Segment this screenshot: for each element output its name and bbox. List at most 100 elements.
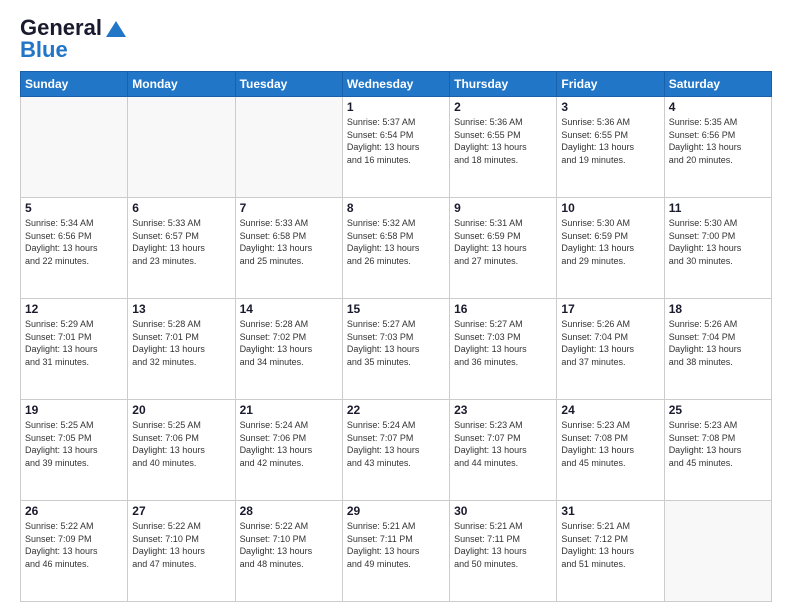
day-number: 10 xyxy=(561,201,659,215)
header: General Blue xyxy=(20,15,772,63)
calendar-cell xyxy=(664,501,771,602)
calendar-cell: 11 Sunrise: 5:30 AM Sunset: 7:00 PM Dayli… xyxy=(664,198,771,299)
calendar-cell xyxy=(21,97,128,198)
calendar-header-thursday: Thursday xyxy=(450,72,557,97)
calendar-cell: 22 Sunrise: 5:24 AM Sunset: 7:07 PM Dayli… xyxy=(342,400,449,501)
calendar-cell: 5Sunrise: 5:34 AM Sunset: 6:56 PM Daylig… xyxy=(21,198,128,299)
calendar-header-monday: Monday xyxy=(128,72,235,97)
day-info: Sunrise: 5:34 AM Sunset: 6:56 PM Dayligh… xyxy=(25,217,123,267)
day-number: 13 xyxy=(132,302,230,316)
calendar-cell: 18 Sunrise: 5:26 AM Sunset: 7:04 PM Dayli… xyxy=(664,299,771,400)
calendar-cell: 6Sunrise: 5:33 AM Sunset: 6:57 PM Daylig… xyxy=(128,198,235,299)
day-number: 24 xyxy=(561,403,659,417)
day-info: Sunrise: 5:24 AM Sunset: 7:07 PM Dayligh… xyxy=(347,419,445,469)
day-info: Sunrise: 5:24 AM Sunset: 7:06 PM Dayligh… xyxy=(240,419,338,469)
day-number: 26 xyxy=(25,504,123,518)
day-number: 16 xyxy=(454,302,552,316)
day-info: Sunrise: 5:29 AM Sunset: 7:01 PM Dayligh… xyxy=(25,318,123,368)
day-info: Sunrise: 5:23 AM Sunset: 7:07 PM Dayligh… xyxy=(454,419,552,469)
calendar-cell: 27 Sunrise: 5:22 AM Sunset: 7:10 PM Dayli… xyxy=(128,501,235,602)
logo-icon xyxy=(106,21,126,37)
calendar-cell: 2 Sunrise: 5:36 AM Sunset: 6:55 PM Daylig… xyxy=(450,97,557,198)
calendar-cell: 7 Sunrise: 5:33 AM Sunset: 6:58 PM Daylig… xyxy=(235,198,342,299)
day-info: Sunrise: 5:35 AM Sunset: 6:56 PM Dayligh… xyxy=(669,116,767,166)
day-info: Sunrise: 5:22 AM Sunset: 7:10 PM Dayligh… xyxy=(240,520,338,570)
day-info: Sunrise: 5:36 AM Sunset: 6:55 PM Dayligh… xyxy=(454,116,552,166)
day-info: Sunrise: 5:33 AM Sunset: 6:57 PM Dayligh… xyxy=(132,217,230,267)
day-info: Sunrise: 5:32 AM Sunset: 6:58 PM Dayligh… xyxy=(347,217,445,267)
logo: General Blue xyxy=(20,15,126,63)
day-info: Sunrise: 5:23 AM Sunset: 7:08 PM Dayligh… xyxy=(561,419,659,469)
day-info: Sunrise: 5:28 AM Sunset: 7:02 PM Dayligh… xyxy=(240,318,338,368)
calendar-week-2: 5Sunrise: 5:34 AM Sunset: 6:56 PM Daylig… xyxy=(21,198,772,299)
day-number: 19 xyxy=(25,403,123,417)
day-info: Sunrise: 5:30 AM Sunset: 7:00 PM Dayligh… xyxy=(669,217,767,267)
day-info: Sunrise: 5:26 AM Sunset: 7:04 PM Dayligh… xyxy=(561,318,659,368)
calendar-cell: 21 Sunrise: 5:24 AM Sunset: 7:06 PM Dayli… xyxy=(235,400,342,501)
calendar-cell xyxy=(128,97,235,198)
day-info: Sunrise: 5:33 AM Sunset: 6:58 PM Dayligh… xyxy=(240,217,338,267)
calendar-cell: 8Sunrise: 5:32 AM Sunset: 6:58 PM Daylig… xyxy=(342,198,449,299)
day-info: Sunrise: 5:37 AM Sunset: 6:54 PM Dayligh… xyxy=(347,116,445,166)
calendar-cell: 17 Sunrise: 5:26 AM Sunset: 7:04 PM Dayli… xyxy=(557,299,664,400)
day-info: Sunrise: 5:22 AM Sunset: 7:09 PM Dayligh… xyxy=(25,520,123,570)
day-number: 17 xyxy=(561,302,659,316)
calendar-cell: 14 Sunrise: 5:28 AM Sunset: 7:02 PM Dayli… xyxy=(235,299,342,400)
day-number: 18 xyxy=(669,302,767,316)
page: General Blue SundayMondayTuesdayWednesda… xyxy=(0,0,792,612)
logo-blue: Blue xyxy=(20,37,68,63)
calendar-cell: 16 Sunrise: 5:27 AM Sunset: 7:03 PM Dayli… xyxy=(450,299,557,400)
calendar-week-4: 19 Sunrise: 5:25 AM Sunset: 7:05 PM Dayli… xyxy=(21,400,772,501)
day-info: Sunrise: 5:36 AM Sunset: 6:55 PM Dayligh… xyxy=(561,116,659,166)
calendar-cell xyxy=(235,97,342,198)
day-number: 23 xyxy=(454,403,552,417)
calendar-cell: 23 Sunrise: 5:23 AM Sunset: 7:07 PM Dayli… xyxy=(450,400,557,501)
day-info: Sunrise: 5:22 AM Sunset: 7:10 PM Dayligh… xyxy=(132,520,230,570)
calendar-cell: 29 Sunrise: 5:21 AM Sunset: 7:11 PM Dayli… xyxy=(342,501,449,602)
day-number: 30 xyxy=(454,504,552,518)
day-number: 2 xyxy=(454,100,552,114)
day-info: Sunrise: 5:21 AM Sunset: 7:11 PM Dayligh… xyxy=(454,520,552,570)
day-info: Sunrise: 5:21 AM Sunset: 7:12 PM Dayligh… xyxy=(561,520,659,570)
calendar-week-3: 12 Sunrise: 5:29 AM Sunset: 7:01 PM Dayli… xyxy=(21,299,772,400)
day-number: 31 xyxy=(561,504,659,518)
calendar-cell: 3Sunrise: 5:36 AM Sunset: 6:55 PM Daylig… xyxy=(557,97,664,198)
day-number: 29 xyxy=(347,504,445,518)
day-info: Sunrise: 5:27 AM Sunset: 7:03 PM Dayligh… xyxy=(454,318,552,368)
day-info: Sunrise: 5:30 AM Sunset: 6:59 PM Dayligh… xyxy=(561,217,659,267)
calendar-header-sunday: Sunday xyxy=(21,72,128,97)
day-number: 21 xyxy=(240,403,338,417)
day-number: 22 xyxy=(347,403,445,417)
day-info: Sunrise: 5:25 AM Sunset: 7:05 PM Dayligh… xyxy=(25,419,123,469)
day-number: 12 xyxy=(25,302,123,316)
calendar-cell: 25Sunrise: 5:23 AM Sunset: 7:08 PM Dayli… xyxy=(664,400,771,501)
day-number: 4 xyxy=(669,100,767,114)
calendar-week-5: 26 Sunrise: 5:22 AM Sunset: 7:09 PM Dayli… xyxy=(21,501,772,602)
day-number: 9 xyxy=(454,201,552,215)
calendar-cell: 13 Sunrise: 5:28 AM Sunset: 7:01 PM Dayli… xyxy=(128,299,235,400)
day-number: 27 xyxy=(132,504,230,518)
day-info: Sunrise: 5:28 AM Sunset: 7:01 PM Dayligh… xyxy=(132,318,230,368)
calendar-table: SundayMondayTuesdayWednesdayThursdayFrid… xyxy=(20,71,772,602)
day-info: Sunrise: 5:26 AM Sunset: 7:04 PM Dayligh… xyxy=(669,318,767,368)
day-number: 14 xyxy=(240,302,338,316)
calendar-header-row: SundayMondayTuesdayWednesdayThursdayFrid… xyxy=(21,72,772,97)
calendar-header-wednesday: Wednesday xyxy=(342,72,449,97)
day-number: 7 xyxy=(240,201,338,215)
calendar-cell: 28Sunrise: 5:22 AM Sunset: 7:10 PM Dayli… xyxy=(235,501,342,602)
calendar-week-1: 1 Sunrise: 5:37 AM Sunset: 6:54 PM Daylig… xyxy=(21,97,772,198)
day-number: 20 xyxy=(132,403,230,417)
calendar-cell: 10 Sunrise: 5:30 AM Sunset: 6:59 PM Dayli… xyxy=(557,198,664,299)
day-info: Sunrise: 5:31 AM Sunset: 6:59 PM Dayligh… xyxy=(454,217,552,267)
day-number: 11 xyxy=(669,201,767,215)
day-number: 15 xyxy=(347,302,445,316)
calendar-cell: 4 Sunrise: 5:35 AM Sunset: 6:56 PM Daylig… xyxy=(664,97,771,198)
calendar-cell: 31 Sunrise: 5:21 AM Sunset: 7:12 PM Dayli… xyxy=(557,501,664,602)
day-info: Sunrise: 5:21 AM Sunset: 7:11 PM Dayligh… xyxy=(347,520,445,570)
calendar-header-tuesday: Tuesday xyxy=(235,72,342,97)
calendar-cell: 1 Sunrise: 5:37 AM Sunset: 6:54 PM Daylig… xyxy=(342,97,449,198)
calendar-header-friday: Friday xyxy=(557,72,664,97)
day-number: 1 xyxy=(347,100,445,114)
day-number: 25 xyxy=(669,403,767,417)
calendar-cell: 20Sunrise: 5:25 AM Sunset: 7:06 PM Dayli… xyxy=(128,400,235,501)
